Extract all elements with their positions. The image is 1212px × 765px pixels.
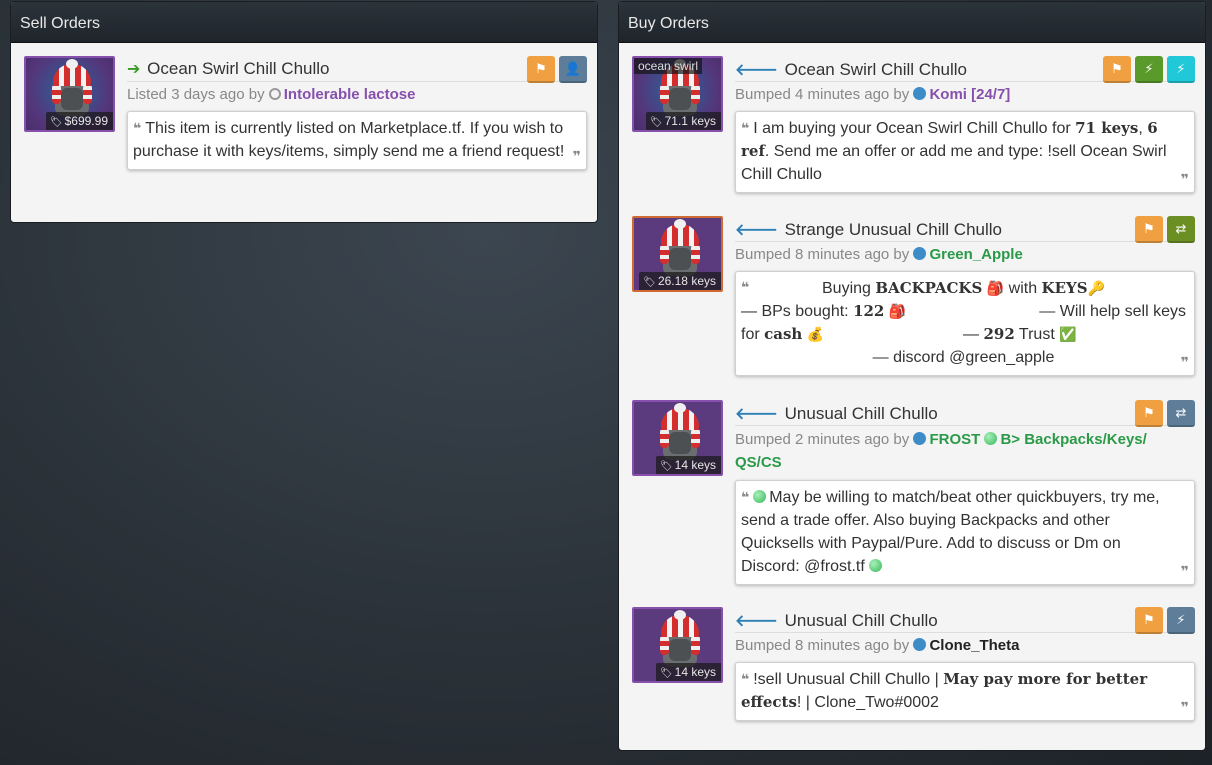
backpack-icon: 🎒 [986,280,1005,296]
listing-comment: ❝ May be willing to match/beat other quic… [735,480,1195,585]
item-name[interactable]: Unusual Chill Chullo [785,404,938,423]
flag-icon: ⚑ [1143,220,1155,236]
exchange-icon: ⇄ [1175,404,1187,420]
quote-close-icon: ❞ [1180,563,1189,579]
item-name[interactable]: Ocean Swirl Chill Chullo [785,60,967,79]
listing-comment: ❝ Buying BACKPACKS 🎒 with KEYS🔑 — BPs bo… [735,271,1195,376]
tag-icon: 🏷 [49,117,63,128]
price-tag: 🏷 $699.99 [45,112,113,130]
status-online-icon [913,247,927,260]
trade-offer-button[interactable]: ⇄ [1167,400,1195,427]
item-thumbnail[interactable]: 🏷 $699.99 [24,56,115,132]
quote-close-icon: ❞ [1180,699,1189,715]
tag-icon: 🏷 [643,277,656,288]
listing-meta: Bumped 8 minutes ago by Clone_Theta [735,637,1020,654]
instant-trade-button[interactable]: ⚡ [1135,56,1163,83]
item-thumbnail[interactable]: 🏷 26.18 keys [632,216,723,292]
lightning-icon: ⚡ [1144,60,1154,76]
mint-orb-icon [753,490,767,503]
report-flag-button[interactable]: ⚑ [527,56,555,83]
user-link[interactable]: Green_Apple [929,246,1022,263]
mint-orb-icon [984,432,998,445]
user-plus-icon: 👤 [564,60,582,76]
listing-meta: Bumped 4 minutes ago by Komi [24/7] [735,86,1011,103]
quote-close-icon: ❞ [1180,354,1189,370]
trade-offer-button[interactable]: ⇄ [1167,216,1195,243]
backpack-icon: 🎒 [888,303,907,319]
listing-title-row: 🡐 Strange Unusual Chill Chullo ⚑ ⇄ [735,216,1195,243]
quote-open-icon: ❝ [741,489,750,505]
listing-meta: Bumped 2 minutes ago by FROST B> Backpac… [735,431,1147,471]
status-online-icon [913,432,927,445]
listing-comment: ❝ This item is currently listed on Market… [127,111,587,170]
effect-label: ocean swirl [634,58,703,74]
quote-close-icon: ❞ [572,148,581,164]
tag-icon: 🏷 [659,461,673,472]
flag-icon: ⚑ [1143,611,1155,627]
report-flag-button[interactable]: ⚑ [1135,400,1163,427]
item-name[interactable]: Unusual Chill Chullo [785,611,938,630]
quote-open-icon: ❝ [741,671,750,687]
quote-open-icon: ❝ [133,120,142,136]
flag-icon: ⚑ [1143,404,1155,420]
arrow-right-icon: ➔ [127,61,141,78]
item-thumbnail[interactable]: ocean swirl 🏷 71.1 keys [632,56,723,132]
item-thumbnail[interactable]: 🏷 14 keys [632,400,723,476]
flag-icon: ⚑ [1111,60,1123,76]
price-tag: 🏷 26.18 keys [639,272,721,290]
status-offline-icon [268,88,281,100]
money-bag-icon: 💰 [806,326,825,342]
listing-title-row: 🡐 Unusual Chill Chullo ⚑ ⇄ [735,400,1195,427]
price-tag: 🏷 71.1 keys [645,112,721,130]
item-thumbnail[interactable]: 🏷 14 keys [632,607,723,683]
quote-open-icon: ❝ [741,279,750,295]
item-name[interactable]: Strange Unusual Chill Chullo [785,220,1002,239]
arrow-left-icon: 🡐 [735,613,778,630]
exchange-icon: ⇄ [1175,220,1187,236]
listing-comment: ❝ I am buying your Ocean Swirl Chill Chul… [735,111,1195,193]
item-name[interactable]: Ocean Swirl Chill Chullo [147,59,329,78]
status-online-icon [913,87,927,100]
add-friend-button[interactable]: 👤 [559,56,587,83]
buy-orders-panel: Buy Orders ocean swirl 🏷 71.1 keys 🡐 Ocea… [618,1,1206,751]
quote-open-icon: ❝ [741,120,750,136]
listing-comment: ❝ !sell Unusual Chill Chullo | May pay mo… [735,662,1195,721]
check-icon: ✅ [1059,326,1077,342]
user-link[interactable]: Intolerable lactose [284,86,416,103]
arrow-left-icon: 🡐 [735,222,778,239]
tag-icon: 🏷 [649,117,663,128]
tag-icon: 🏷 [659,668,673,679]
quote-close-icon: ❞ [1180,171,1189,187]
price-tag: 🏷 14 keys [655,663,721,681]
listing-meta: Listed 3 days ago by Intolerable lactose [127,86,416,103]
buy-orders-header: Buy Orders [619,2,1205,43]
report-flag-button[interactable]: ⚑ [1103,56,1131,83]
report-flag-button[interactable]: ⚑ [1135,607,1163,634]
lightning-icon: ⚡ [1176,60,1186,76]
sell-orders-header: Sell Orders [11,2,597,43]
user-link[interactable]: Komi [24/7] [929,86,1010,103]
arrow-left-icon: 🡐 [735,62,778,79]
instant-trade-button[interactable]: ⚡ [1167,607,1195,634]
instant-offer-button[interactable]: ⚡ [1167,56,1195,83]
key-icon: 🔑 [1087,280,1105,296]
price-tag: 🏷 14 keys [655,456,721,474]
flag-icon: ⚑ [535,60,547,76]
report-flag-button[interactable]: ⚑ [1135,216,1163,243]
listing-title-row: 🡐 Unusual Chill Chullo ⚑ ⚡ [735,607,1195,634]
status-online-icon [913,638,927,651]
arrow-left-icon: 🡐 [735,406,778,423]
sell-listing: 🏷 $699.99 ➔ Ocean Swirl Chill Chullo ⚑ 👤 … [24,56,587,196]
listing-title-row: ➔ Ocean Swirl Chill Chullo ⚑ 👤 [127,56,587,83]
listing-meta: Bumped 8 minutes ago by Green_Apple [735,246,1023,263]
sell-orders-panel: Sell Orders 🏷 $699.99 ➔ Ocean Swirl Chill… [10,1,598,223]
user-link[interactable]: Clone_Theta [929,637,1019,654]
lightning-icon: ⚡ [1176,611,1186,627]
listing-title-row: 🡐 Ocean Swirl Chill Chullo ⚑ ⚡ ⚡ [735,56,1195,83]
mint-orb-icon [869,559,883,572]
